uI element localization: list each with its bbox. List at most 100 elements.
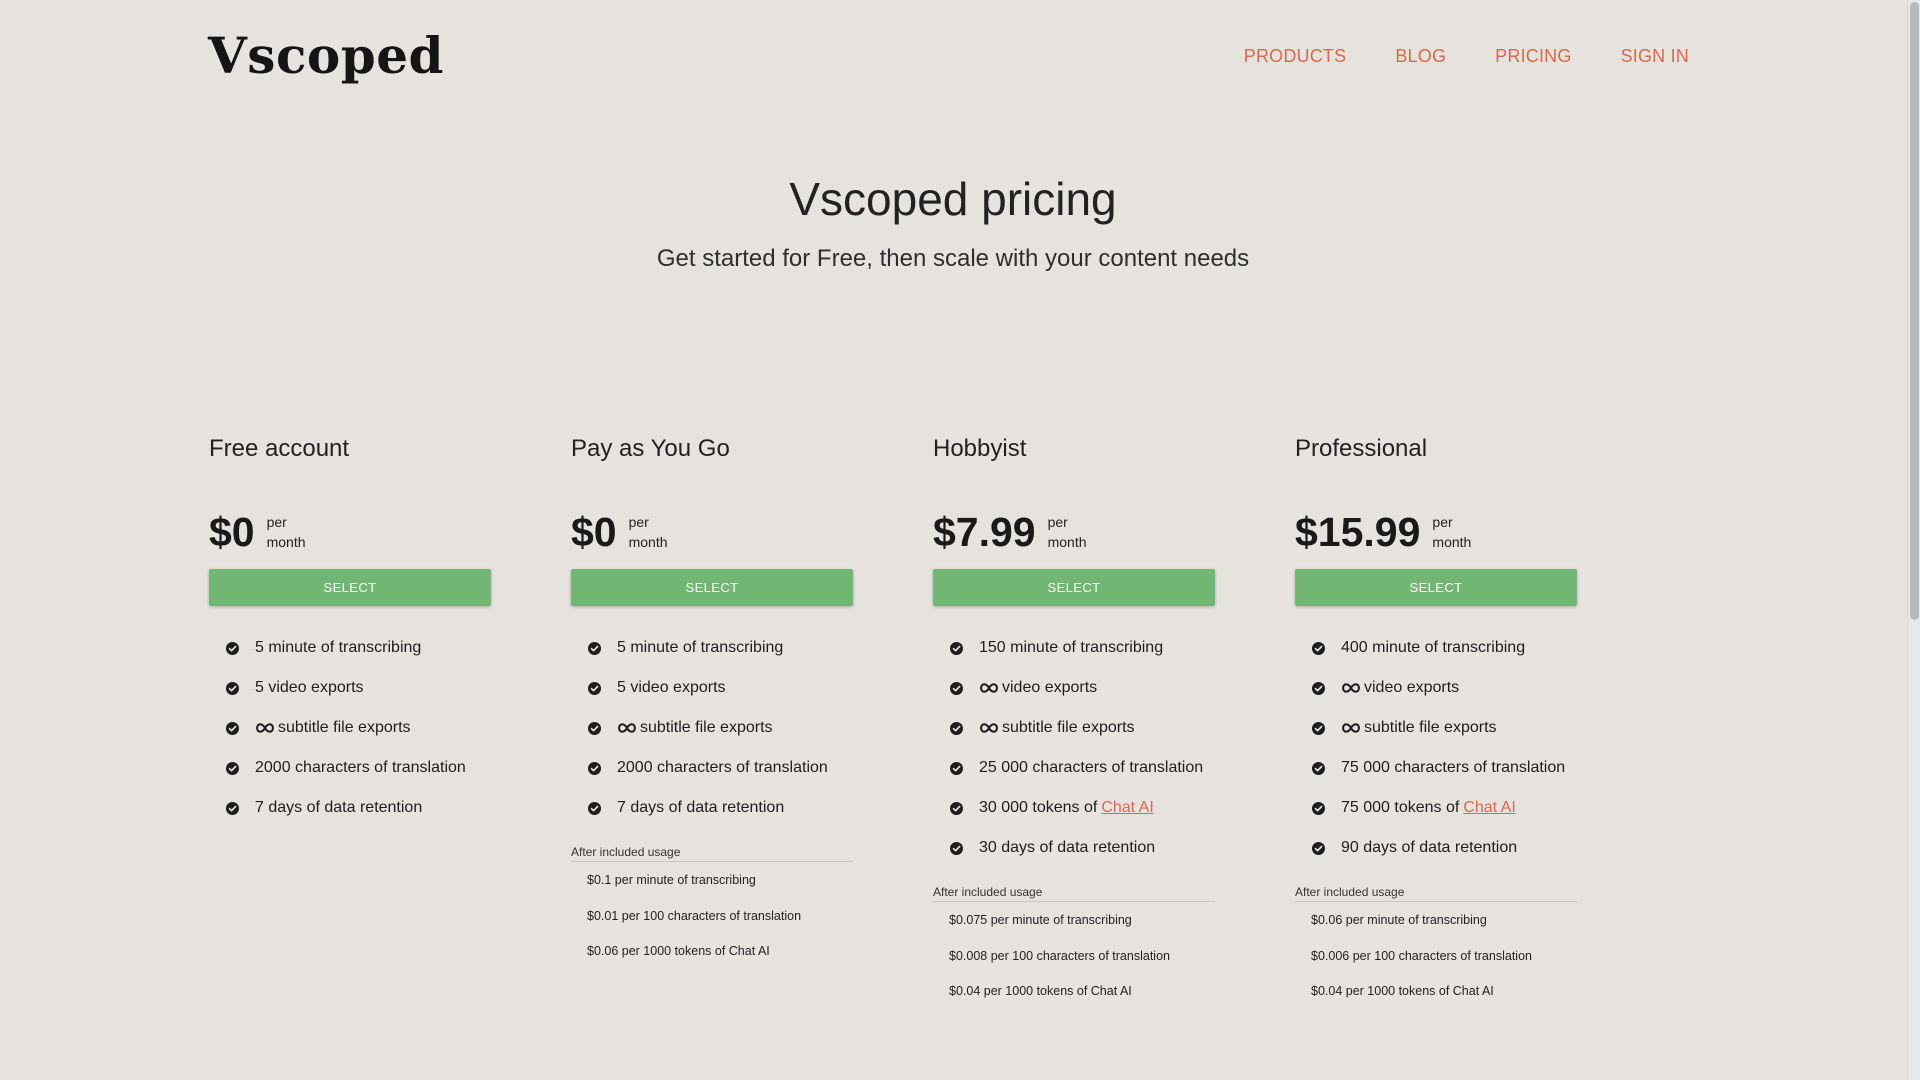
- infinity-icon: [617, 722, 637, 734]
- plan-price: $7.99: [933, 509, 1036, 555]
- top-nav: PRODUCTS BLOG PRICING SIGN IN: [1244, 46, 1689, 67]
- check-circle-icon: [225, 721, 239, 735]
- check-circle-icon: [587, 761, 601, 775]
- feature-text: subtitle file exports: [979, 716, 1135, 740]
- nav-sign-in[interactable]: SIGN IN: [1621, 46, 1689, 67]
- price-period-month: month: [1432, 534, 1472, 550]
- after-usage-list: $0.075 per minute of transcribing $0.008 …: [933, 909, 1215, 1016]
- feature-item: 5 video exports: [209, 668, 491, 708]
- feature-label: 2000 characters of translation: [255, 759, 466, 776]
- plan-name: Pay as You Go: [571, 435, 730, 462]
- feature-item: subtitle file exports: [933, 708, 1215, 748]
- feature-label: 150 minute of transcribing: [979, 639, 1164, 656]
- after-usage-heading: After included usage: [571, 845, 853, 862]
- feature-label: 5 video exports: [617, 679, 726, 696]
- check-circle-icon: [949, 801, 963, 815]
- feature-item: subtitle file exports: [209, 708, 491, 748]
- plan-card: Hobbyist $7.99 per month SELECT 150 minu…: [933, 434, 1215, 1016]
- check-circle-icon: [587, 641, 601, 655]
- check-circle-icon: [225, 761, 239, 775]
- select-button[interactable]: SELECT: [933, 569, 1215, 606]
- feature-label: 7 days of data retention: [617, 799, 785, 816]
- check-circle-icon: [949, 841, 963, 855]
- plan-card: Professional $15.99 per month SELECT 400…: [1295, 434, 1577, 1016]
- feature-list: 150 minute of transcribing video exports…: [933, 628, 1215, 868]
- feature-text: 2000 characters of translation: [255, 756, 466, 780]
- after-usage-list: $0.1 per minute of transcribing $0.01 per…: [571, 869, 853, 976]
- feature-text: 400 minute of transcribing: [1341, 636, 1525, 660]
- check-circle-icon: [587, 721, 601, 735]
- after-usage-list: $0.06 per minute of transcribing $0.006 p…: [1295, 909, 1577, 1016]
- price-row: $0 per month: [571, 506, 853, 558]
- infinity-icon: [1341, 682, 1361, 694]
- plan-name: Free account: [209, 435, 350, 462]
- feature-label: 30 days of data retention: [979, 839, 1156, 856]
- price-row: $0 per month: [209, 506, 491, 558]
- plan-price: $0: [571, 509, 617, 555]
- plan-name: Professional: [1295, 435, 1428, 462]
- infinity-icon: [1341, 722, 1361, 734]
- feature-item: 25 000 characters of translation: [933, 748, 1215, 788]
- feature-text: 2000 characters of translation: [617, 756, 828, 780]
- check-circle-icon: [1311, 761, 1325, 775]
- after-usage-item: $0.1 per minute of transcribing: [587, 873, 756, 887]
- page-title: Vscoped pricing: [789, 173, 1117, 225]
- nav-pricing[interactable]: PRICING: [1495, 46, 1571, 67]
- price-period: per month: [1432, 512, 1471, 552]
- plan-price: $0: [209, 509, 255, 555]
- after-usage-heading: After included usage: [933, 885, 1215, 902]
- feature-text: 7 days of data retention: [617, 796, 784, 820]
- chat-ai-link[interactable]: Chat AI: [1463, 796, 1515, 820]
- feature-label: video exports: [1002, 679, 1098, 696]
- check-circle-icon: [1311, 641, 1325, 655]
- feature-text: 150 minute of transcribing: [979, 636, 1163, 660]
- feature-text: video exports: [979, 676, 1097, 700]
- after-usage-item: $0.06 per minute of transcribing: [1311, 913, 1487, 927]
- check-circle-icon: [949, 641, 963, 655]
- logo[interactable]: Vscoped: [208, 26, 444, 85]
- after-usage-item: $0.06 per 1000 tokens of Chat AI: [587, 944, 770, 958]
- feature-text: 7 days of data retention: [255, 796, 422, 820]
- price-period-per: per: [628, 514, 649, 530]
- pricing-page: Vscoped PRODUCTS BLOG PRICING SIGN IN Vs…: [0, 0, 1920, 1080]
- feature-item: video exports: [1295, 668, 1577, 708]
- select-button[interactable]: SELECT: [571, 569, 853, 606]
- check-circle-icon: [225, 681, 239, 695]
- chat-ai-link[interactable]: Chat AI: [1101, 796, 1153, 820]
- feature-item: subtitle file exports: [1295, 708, 1577, 748]
- feature-text: 25 000 characters of translation: [979, 756, 1203, 780]
- feature-text: video exports: [1341, 676, 1459, 700]
- feature-label: video exports: [1364, 679, 1460, 696]
- feature-item: 150 minute of transcribing: [933, 628, 1215, 668]
- after-usage-item: $0.04 per 1000 tokens of Chat AI: [1311, 984, 1494, 998]
- feature-label: 7 days of data retention: [255, 799, 423, 816]
- price-period-month: month: [1047, 534, 1087, 550]
- feature-label: 30 000 tokens of: [979, 799, 1098, 816]
- nav-blog[interactable]: BLOG: [1395, 46, 1446, 67]
- after-usage-item: $0.01 per 100 characters of translation: [587, 908, 802, 923]
- price-period-per: per: [266, 514, 287, 530]
- feature-text: subtitle file exports: [1341, 716, 1497, 740]
- price-period-per: per: [1047, 514, 1068, 530]
- feature-item: 5 minute of transcribing: [571, 628, 853, 668]
- after-usage-item: $0.075 per minute of transcribing: [949, 913, 1132, 927]
- plan-card: Pay as You Go $0 per month SELECT 5 minu…: [571, 434, 853, 1016]
- select-button[interactable]: SELECT: [209, 569, 491, 606]
- infinity-icon: [979, 722, 999, 734]
- check-circle-icon: [949, 681, 963, 695]
- select-button[interactable]: SELECT: [1295, 569, 1577, 606]
- price-period: per month: [629, 512, 668, 552]
- feature-label: subtitle file exports: [640, 719, 773, 736]
- scrollbar-thumb[interactable]: [1910, 2, 1919, 620]
- nav-products[interactable]: PRODUCTS: [1244, 46, 1347, 67]
- feature-label: subtitle file exports: [1002, 719, 1135, 736]
- page-subtitle: Get started for Free, then scale with yo…: [656, 245, 1250, 272]
- vertical-scrollbar[interactable]: [1907, 0, 1920, 1080]
- feature-label: subtitle file exports: [278, 719, 411, 736]
- feature-item: 75 000 tokens of Chat AI: [1295, 788, 1577, 828]
- feature-item: 75 000 characters of translation: [1295, 748, 1577, 788]
- feature-label: 5 minute of transcribing: [617, 639, 784, 656]
- price-row: $15.99 per month: [1295, 506, 1577, 558]
- feature-text: 90 days of data retention: [1341, 836, 1517, 860]
- price-period: per month: [267, 512, 306, 552]
